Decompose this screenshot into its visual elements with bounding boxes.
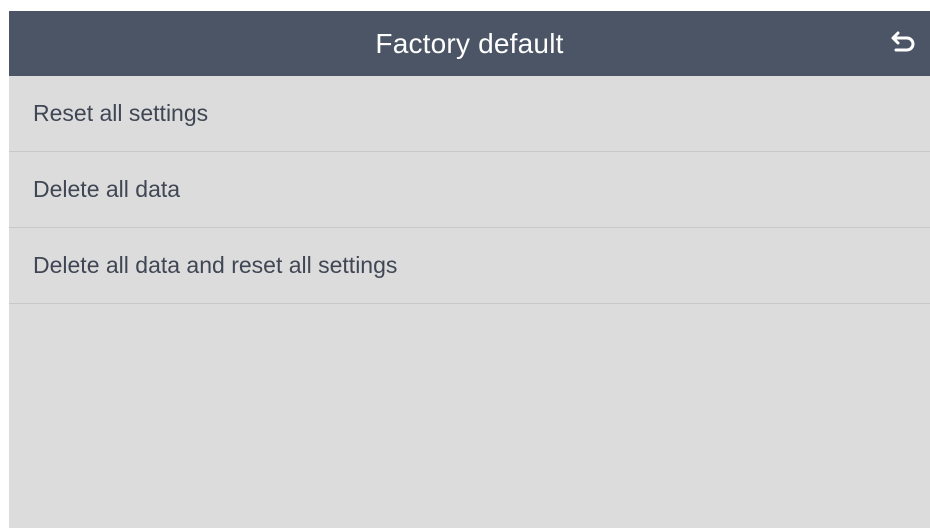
back-button[interactable] bbox=[886, 25, 922, 61]
list-item-label: Delete all data and reset all settings bbox=[33, 252, 398, 278]
delete-all-data-item[interactable]: Delete all data bbox=[9, 152, 930, 228]
factory-default-menu: Reset all settings Delete all data Delet… bbox=[9, 76, 930, 304]
factory-default-screen: Factory default Reset all settings Delet… bbox=[9, 11, 930, 528]
list-item-label: Reset all settings bbox=[33, 100, 209, 126]
page-title: Factory default bbox=[375, 27, 564, 59]
list-item-label: Delete all data bbox=[33, 176, 181, 202]
title-bar: Factory default bbox=[9, 11, 930, 76]
delete-all-data-and-reset-item[interactable]: Delete all data and reset all settings bbox=[9, 228, 930, 304]
back-arrow-icon bbox=[890, 27, 918, 60]
reset-all-settings-item[interactable]: Reset all settings bbox=[9, 76, 930, 152]
